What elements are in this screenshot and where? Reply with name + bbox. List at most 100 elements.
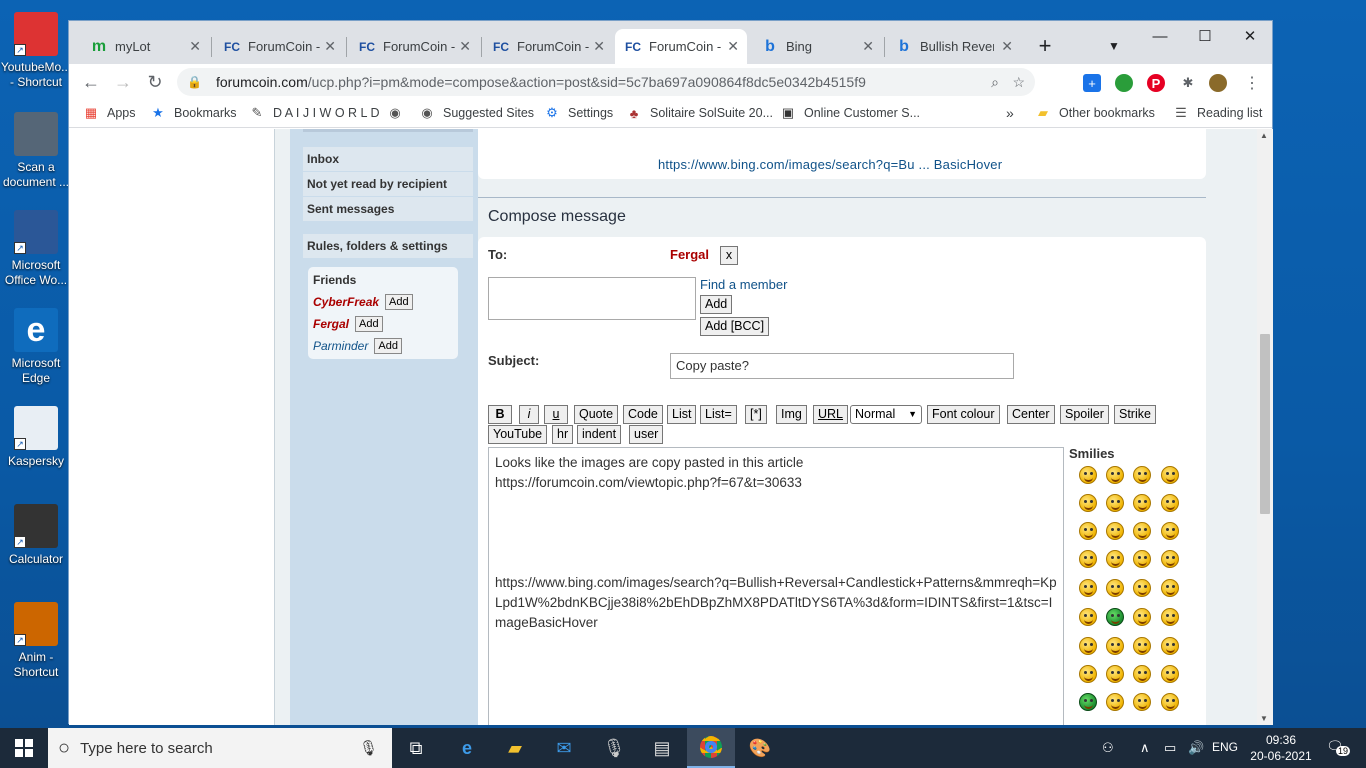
smiley-icon[interactable] [1106, 693, 1124, 711]
bookmark-bookmarks[interactable]: ★ Bookmarks [150, 105, 236, 121]
volume-icon[interactable]: 🔊 [1188, 740, 1204, 756]
smiley-icon[interactable] [1106, 579, 1124, 597]
smiley-icon[interactable] [1079, 550, 1097, 568]
pinterest-icon[interactable]: P [1147, 74, 1165, 92]
add-bcc-button[interactable]: Add [BCC] [700, 317, 770, 336]
other-bookmarks[interactable]: ▰ Other bookmarks [1035, 105, 1155, 121]
bookmark-solitaire[interactable]: ♣ Solitaire SolSuite 20... [626, 105, 773, 121]
friend-name[interactable]: Fergal [313, 317, 349, 331]
font-colour-button[interactable]: Font colour [927, 405, 1000, 424]
desktop-icon-youtube[interactable]: ↗ YoutubeMo... - Shortcut [0, 12, 72, 90]
bookmark-online-customer[interactable]: ▣ Online Customer S... [780, 105, 920, 121]
tab-mylot[interactable]: m myLot ✕ [81, 29, 209, 64]
list-item-button[interactable]: [*] [745, 405, 767, 424]
close-icon[interactable]: ✕ [1001, 38, 1013, 55]
smiley-icon[interactable] [1161, 579, 1179, 597]
add-friend-button[interactable]: Add [355, 316, 383, 332]
indent-button[interactable]: indent [577, 425, 622, 444]
italic-button[interactable]: i [519, 405, 539, 424]
smiley-icon[interactable] [1106, 466, 1124, 484]
subject-input[interactable]: Copy paste? [670, 353, 1014, 379]
close-icon[interactable]: ✕ [862, 38, 874, 55]
nav-unread[interactable]: Not yet read by recipient [303, 172, 473, 196]
extension-chat-icon[interactable] [1115, 74, 1133, 92]
tab-forumcoin-1[interactable]: FC ForumCoin - ✕ [214, 29, 344, 64]
smiley-icon[interactable] [1079, 579, 1097, 597]
back-button[interactable]: ← [79, 70, 103, 94]
bookmark-settings[interactable]: ⚙ Settings [544, 105, 613, 121]
youtube-button[interactable]: YouTube [488, 425, 548, 444]
start-button[interactable] [0, 728, 48, 768]
smiley-icon[interactable] [1106, 550, 1124, 568]
smiley-icon[interactable] [1133, 665, 1151, 683]
close-icon[interactable]: ✕ [459, 38, 471, 55]
smiley-icon[interactable] [1161, 665, 1179, 683]
add-friend-button[interactable]: Add [374, 338, 402, 354]
smiley-icon[interactable] [1106, 522, 1124, 540]
microphone-app-icon[interactable]: 🎙 [590, 728, 638, 768]
star-icon[interactable]: ☆ [1012, 74, 1025, 91]
puzzle-icon[interactable]: ✱ [1179, 74, 1197, 92]
desktop-icon-calculator[interactable]: ↗ Calculator [0, 504, 72, 567]
task-view-icon[interactable]: ⧉ [392, 728, 440, 768]
tab-forumcoin-active[interactable]: FC ForumCoin - ✕ [615, 29, 747, 64]
desktop-icon-kaspersky[interactable]: ↗ Kaspersky [0, 406, 72, 469]
tab-bing[interactable]: b Bing ✕ [752, 29, 882, 64]
store-icon[interactable]: ▤ [638, 728, 686, 768]
microphone-icon[interactable]: 🎙 [359, 739, 378, 757]
zoom-icon[interactable]: ⌕ [991, 74, 999, 91]
smiley-icon[interactable] [1133, 522, 1151, 540]
font-size-select[interactable]: Normal ▼ [850, 405, 922, 424]
img-button[interactable]: Img [776, 405, 807, 424]
smiley-icon[interactable] [1133, 637, 1151, 655]
scroll-thumb[interactable] [1260, 334, 1270, 514]
close-icon[interactable]: ✕ [189, 38, 201, 55]
tab-forumcoin-2[interactable]: FC ForumCoin - ✕ [349, 29, 479, 64]
smiley-icon[interactable] [1079, 693, 1097, 711]
recipient-textarea[interactable] [488, 277, 696, 320]
scroll-up-icon[interactable]: ▲ [1260, 131, 1268, 140]
file-explorer-icon[interactable]: ▰ [491, 728, 539, 768]
nav-rules-settings[interactable]: Rules, folders & settings [303, 234, 473, 258]
smiley-icon[interactable] [1133, 494, 1151, 512]
smiley-icon[interactable] [1079, 608, 1097, 626]
smiley-icon[interactable] [1161, 466, 1179, 484]
recipient-name[interactable]: Fergal [670, 247, 709, 262]
close-icon[interactable]: ✕ [593, 38, 605, 55]
nav-sent[interactable]: Sent messages [303, 197, 473, 221]
bold-button[interactable]: B [488, 405, 512, 424]
notifications-icon[interactable]: 🗨 19 [1326, 738, 1351, 756]
tab-search-icon[interactable]: ▼ [1091, 31, 1137, 61]
smiley-icon[interactable] [1133, 693, 1151, 711]
maximize-button[interactable]: ☐ [1182, 21, 1228, 51]
user-button[interactable]: user [629, 425, 664, 444]
bookmarks-overflow[interactable]: » [1006, 105, 1014, 121]
smiley-icon[interactable] [1079, 466, 1097, 484]
bookmark-apps[interactable]: ▦ Apps [83, 105, 136, 121]
close-icon[interactable]: ✕ [324, 38, 336, 55]
smiley-icon[interactable] [1079, 494, 1097, 512]
menu-icon[interactable]: ⋮ [1243, 74, 1261, 92]
tab-forumcoin-3[interactable]: FC ForumCoin - ✕ [483, 29, 613, 64]
bookmark-globe[interactable]: ◉ [387, 105, 411, 121]
desktop-icon-scan[interactable]: Scan a document ... [0, 112, 72, 190]
smiley-icon[interactable] [1106, 494, 1124, 512]
smiley-icon[interactable] [1133, 466, 1151, 484]
smiley-icon[interactable] [1079, 637, 1097, 655]
scroll-down-icon[interactable]: ▼ [1260, 714, 1268, 723]
smiley-icon[interactable] [1133, 579, 1151, 597]
edge-taskbar-icon[interactable]: e [443, 728, 491, 768]
mail-icon[interactable]: ✉ [540, 728, 588, 768]
url-button[interactable]: URL [813, 405, 849, 424]
nav-inbox[interactable]: Inbox [303, 147, 473, 171]
smiley-icon[interactable] [1161, 550, 1179, 568]
reading-list[interactable]: ☰ Reading list [1173, 105, 1262, 121]
code-button[interactable]: Code [623, 405, 663, 424]
page-scrollbar[interactable]: ▲ ▼ [1257, 129, 1273, 725]
smiley-icon[interactable] [1161, 693, 1179, 711]
add-recipient-button[interactable]: Add [700, 295, 733, 314]
center-button[interactable]: Center [1007, 405, 1055, 424]
spoiler-button[interactable]: Spoiler [1060, 405, 1109, 424]
friend-name[interactable]: CyberFreak [313, 295, 379, 309]
smiley-icon[interactable] [1161, 494, 1179, 512]
